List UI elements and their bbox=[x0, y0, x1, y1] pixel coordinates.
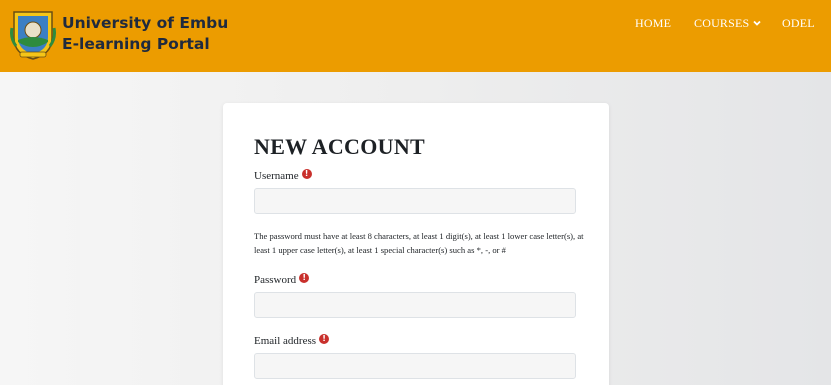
page-title: NEW ACCOUNT bbox=[254, 134, 425, 159]
email-input[interactable] bbox=[254, 353, 576, 379]
university-logo bbox=[10, 11, 56, 60]
nav-odel-link[interactable]: ODEL bbox=[782, 16, 815, 31]
exclamation-circle-icon: ! bbox=[319, 334, 330, 344]
nav-courses-dropdown[interactable]: COURSES bbox=[694, 15, 762, 31]
password-label-text: Password bbox=[254, 274, 297, 286]
username-input[interactable] bbox=[254, 188, 576, 214]
email-label-text: Email address bbox=[254, 335, 317, 347]
password-requirements-text: The password must have at least 8 charac… bbox=[254, 231, 584, 255]
nav-home-label: HOME bbox=[635, 15, 672, 30]
email-label: Email address ! bbox=[254, 334, 330, 347]
brand-line-2: E-learning Portal bbox=[62, 35, 210, 53]
password-label: Password ! bbox=[254, 273, 310, 286]
username-label-text: Username bbox=[254, 170, 299, 182]
exclamation-circle-icon: ! bbox=[301, 169, 312, 179]
nav-courses-label: COURSES bbox=[694, 15, 750, 30]
nav-odel-label: ODEL bbox=[782, 15, 815, 30]
top-navbar: University of Embu E-learning Portal HOM… bbox=[0, 0, 831, 72]
signup-card: NEW ACCOUNT Username ! The password must… bbox=[223, 103, 609, 385]
brand-title: University of Embu E-learning Portal bbox=[62, 13, 228, 55]
password-input[interactable] bbox=[254, 292, 576, 318]
brand-link[interactable]: University of Embu E-learning Portal bbox=[10, 8, 228, 60]
brand-line-1: University of Embu bbox=[62, 14, 229, 32]
nav-home-link[interactable]: HOME bbox=[635, 16, 671, 31]
exclamation-circle-icon: ! bbox=[299, 273, 310, 283]
chevron-down-icon bbox=[753, 20, 762, 26]
username-label: Username ! bbox=[254, 169, 312, 182]
